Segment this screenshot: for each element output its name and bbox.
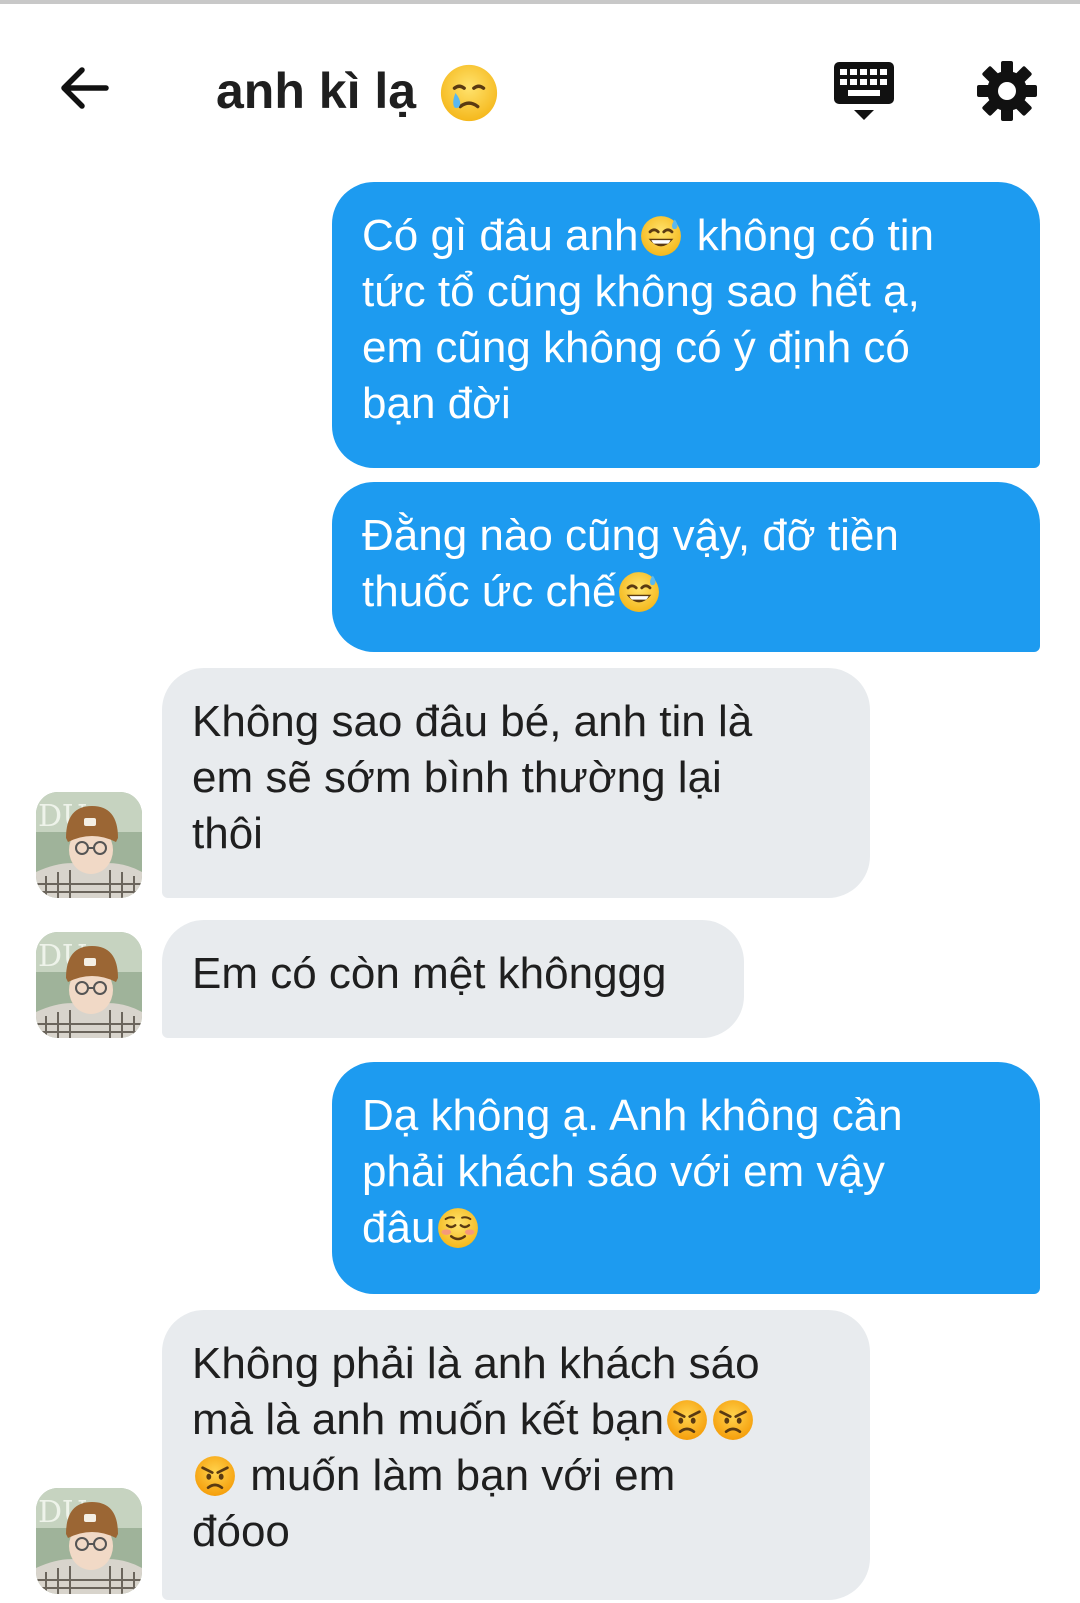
message-bubble-received[interactable]: Em có còn mệt khônggg bbox=[162, 920, 744, 1038]
message-text: đâu bbox=[362, 1203, 436, 1252]
keyboard-icon bbox=[834, 62, 894, 120]
angry-face-emoji-icon bbox=[667, 1400, 708, 1440]
message-bubble-sent[interactable]: Dạ không ạ. Anh không cần phải khách sáo… bbox=[332, 1062, 1040, 1294]
angry-face-emoji-icon bbox=[195, 1456, 235, 1496]
gear-icon bbox=[977, 61, 1037, 121]
avatar[interactable]: DU bbox=[36, 932, 142, 1038]
contact-name[interactable]: anh kì lạ bbox=[216, 56, 416, 126]
message-text: Không sao đâu bé, anh tin là bbox=[192, 697, 753, 746]
crying-face-emoji-icon bbox=[440, 64, 498, 122]
message-text: bạn đời bbox=[362, 379, 511, 428]
back-button[interactable] bbox=[52, 56, 116, 120]
message-text: thôi bbox=[192, 809, 263, 858]
avatar[interactable]: DU bbox=[36, 1488, 142, 1594]
contact-photo-icon: DU bbox=[36, 792, 142, 898]
arrow-left-icon bbox=[61, 67, 109, 109]
message-bubble-sent[interactable]: Đằng nào cũng vậy, đỡ tiền thuốc ức chế bbox=[332, 482, 1040, 652]
message-text: Em có còn mệt khônggg bbox=[192, 949, 667, 998]
message-text: thuốc ức chế bbox=[362, 567, 617, 616]
message-text: muốn làm bạn với em bbox=[250, 1451, 676, 1500]
message-text: tức tổ cũng không sao hết ạ, bbox=[362, 267, 920, 316]
message-text: em sẽ sớm bình thường lại bbox=[192, 753, 722, 802]
grinning-sweat-emoji-icon bbox=[641, 216, 682, 256]
message-bubble-sent[interactable]: Có gì đâu anh không có tin tức tổ cũng k… bbox=[332, 182, 1040, 468]
message-text: đóoo bbox=[192, 1507, 290, 1556]
message-text: không có tin bbox=[696, 211, 934, 260]
message-text: Không phải là anh khách sáo bbox=[192, 1339, 760, 1388]
grinning-sweat-emoji-icon bbox=[619, 572, 660, 612]
settings-button[interactable] bbox=[976, 60, 1038, 122]
angry-face-emoji-icon bbox=[713, 1400, 754, 1440]
message-bubble-received[interactable]: Không sao đâu bé, anh tin là em sẽ sớm b… bbox=[162, 668, 870, 898]
message-text: Có gì đâu anh bbox=[362, 211, 639, 260]
contact-photo-icon: DU bbox=[36, 1488, 142, 1594]
message-text: phải khách sáo với em vậy bbox=[362, 1147, 885, 1196]
message-text: Đằng nào cũng vậy, đỡ tiền bbox=[362, 511, 899, 560]
message-text: Dạ không ạ. Anh không cần bbox=[362, 1091, 903, 1140]
message-text: mà là anh muốn kết bạn bbox=[192, 1395, 665, 1444]
message-bubble-received[interactable]: Không phải là anh khách sáo mà là anh mu… bbox=[162, 1310, 870, 1600]
chat-header: anh kì lạ bbox=[0, 4, 1080, 174]
contact-photo-icon: DU bbox=[36, 932, 142, 1038]
avatar[interactable]: DU bbox=[36, 792, 142, 898]
keyboard-button[interactable] bbox=[832, 60, 896, 124]
smiling-blush-emoji-icon bbox=[438, 1208, 479, 1248]
message-text: em cũng không có ý định có bbox=[362, 323, 910, 372]
